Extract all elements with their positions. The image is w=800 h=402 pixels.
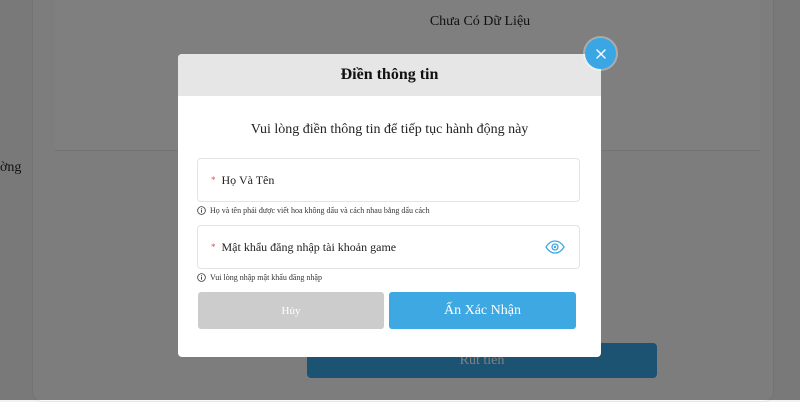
confirm-button[interactable]: Ấn Xác Nhận	[389, 292, 576, 329]
modal-subtitle: Vui lòng điền thông tin để tiếp tục hành…	[250, 122, 529, 137]
name-hint-text: Họ và tên phải được viết hoa không dấu v…	[210, 206, 430, 215]
info-modal: Điền thông tin Vui lòng điền thông tin đ…	[178, 54, 601, 357]
info-icon	[197, 206, 206, 215]
required-marker: *	[211, 242, 216, 252]
cancel-button[interactable]: Hủy	[198, 292, 384, 329]
name-field[interactable]: *	[197, 158, 580, 202]
password-hint-text: Vui lòng nhập mật khẩu đăng nhập	[210, 273, 322, 282]
name-input[interactable]	[221, 172, 579, 188]
modal-title: Điền thông tin	[340, 66, 439, 83]
password-input[interactable]	[221, 239, 545, 255]
close-icon	[595, 48, 606, 59]
password-field[interactable]: *	[197, 225, 580, 269]
eye-icon[interactable]	[545, 240, 565, 254]
info-icon	[197, 273, 206, 282]
close-button[interactable]	[585, 38, 616, 69]
password-hint: Vui lòng nhập mật khẩu đăng nhập	[197, 273, 322, 282]
name-hint: Họ và tên phải được viết hoa không dấu v…	[197, 206, 430, 215]
required-marker: *	[211, 175, 216, 185]
modal-header: Điền thông tin	[178, 54, 601, 96]
